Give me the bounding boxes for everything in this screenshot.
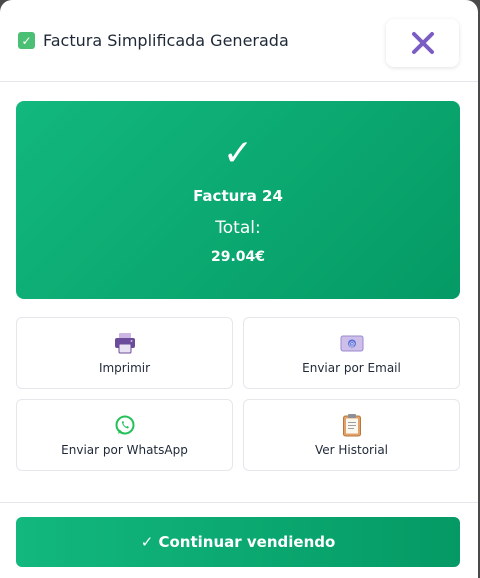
- invoice-modal: ✓ Factura Simplificada Generada ✓ Factur…: [0, 0, 478, 578]
- print-label: Imprimir: [98, 361, 151, 375]
- success-check-icon: ✓: [222, 132, 254, 173]
- history-label: Ver Historial: [314, 443, 389, 457]
- whatsapp-label: Enviar por WhatsApp: [61, 443, 188, 457]
- email-label: Enviar por Email: [302, 361, 401, 375]
- invoice-number: Factura 24: [193, 187, 283, 205]
- clipboard-icon: [342, 413, 362, 437]
- checkbox-check-icon: ✓: [18, 32, 35, 49]
- whatsapp-button[interactable]: Enviar por WhatsApp: [16, 399, 233, 471]
- modal-title: Factura Simplificada Generada: [43, 31, 289, 50]
- history-button[interactable]: Ver Historial: [243, 399, 460, 471]
- success-card: ✓ Factura 24 Total: 29.04€: [16, 101, 460, 299]
- svg-text:@: @: [349, 341, 355, 348]
- continue-selling-button[interactable]: ✓ Continuar vendiendo: [16, 517, 460, 567]
- printer-icon: [113, 331, 137, 355]
- check-glyph: ✓: [21, 33, 32, 48]
- email-icon: @: [340, 331, 364, 355]
- total-label: Total:: [215, 218, 261, 238]
- email-button[interactable]: @ Enviar por Email: [243, 317, 460, 389]
- total-value: 29.04€: [210, 249, 266, 265]
- close-button[interactable]: [386, 19, 459, 67]
- print-button[interactable]: Imprimir: [16, 317, 233, 389]
- whatsapp-icon: [114, 413, 136, 437]
- footer-divider: [0, 502, 478, 503]
- close-icon: [411, 32, 434, 54]
